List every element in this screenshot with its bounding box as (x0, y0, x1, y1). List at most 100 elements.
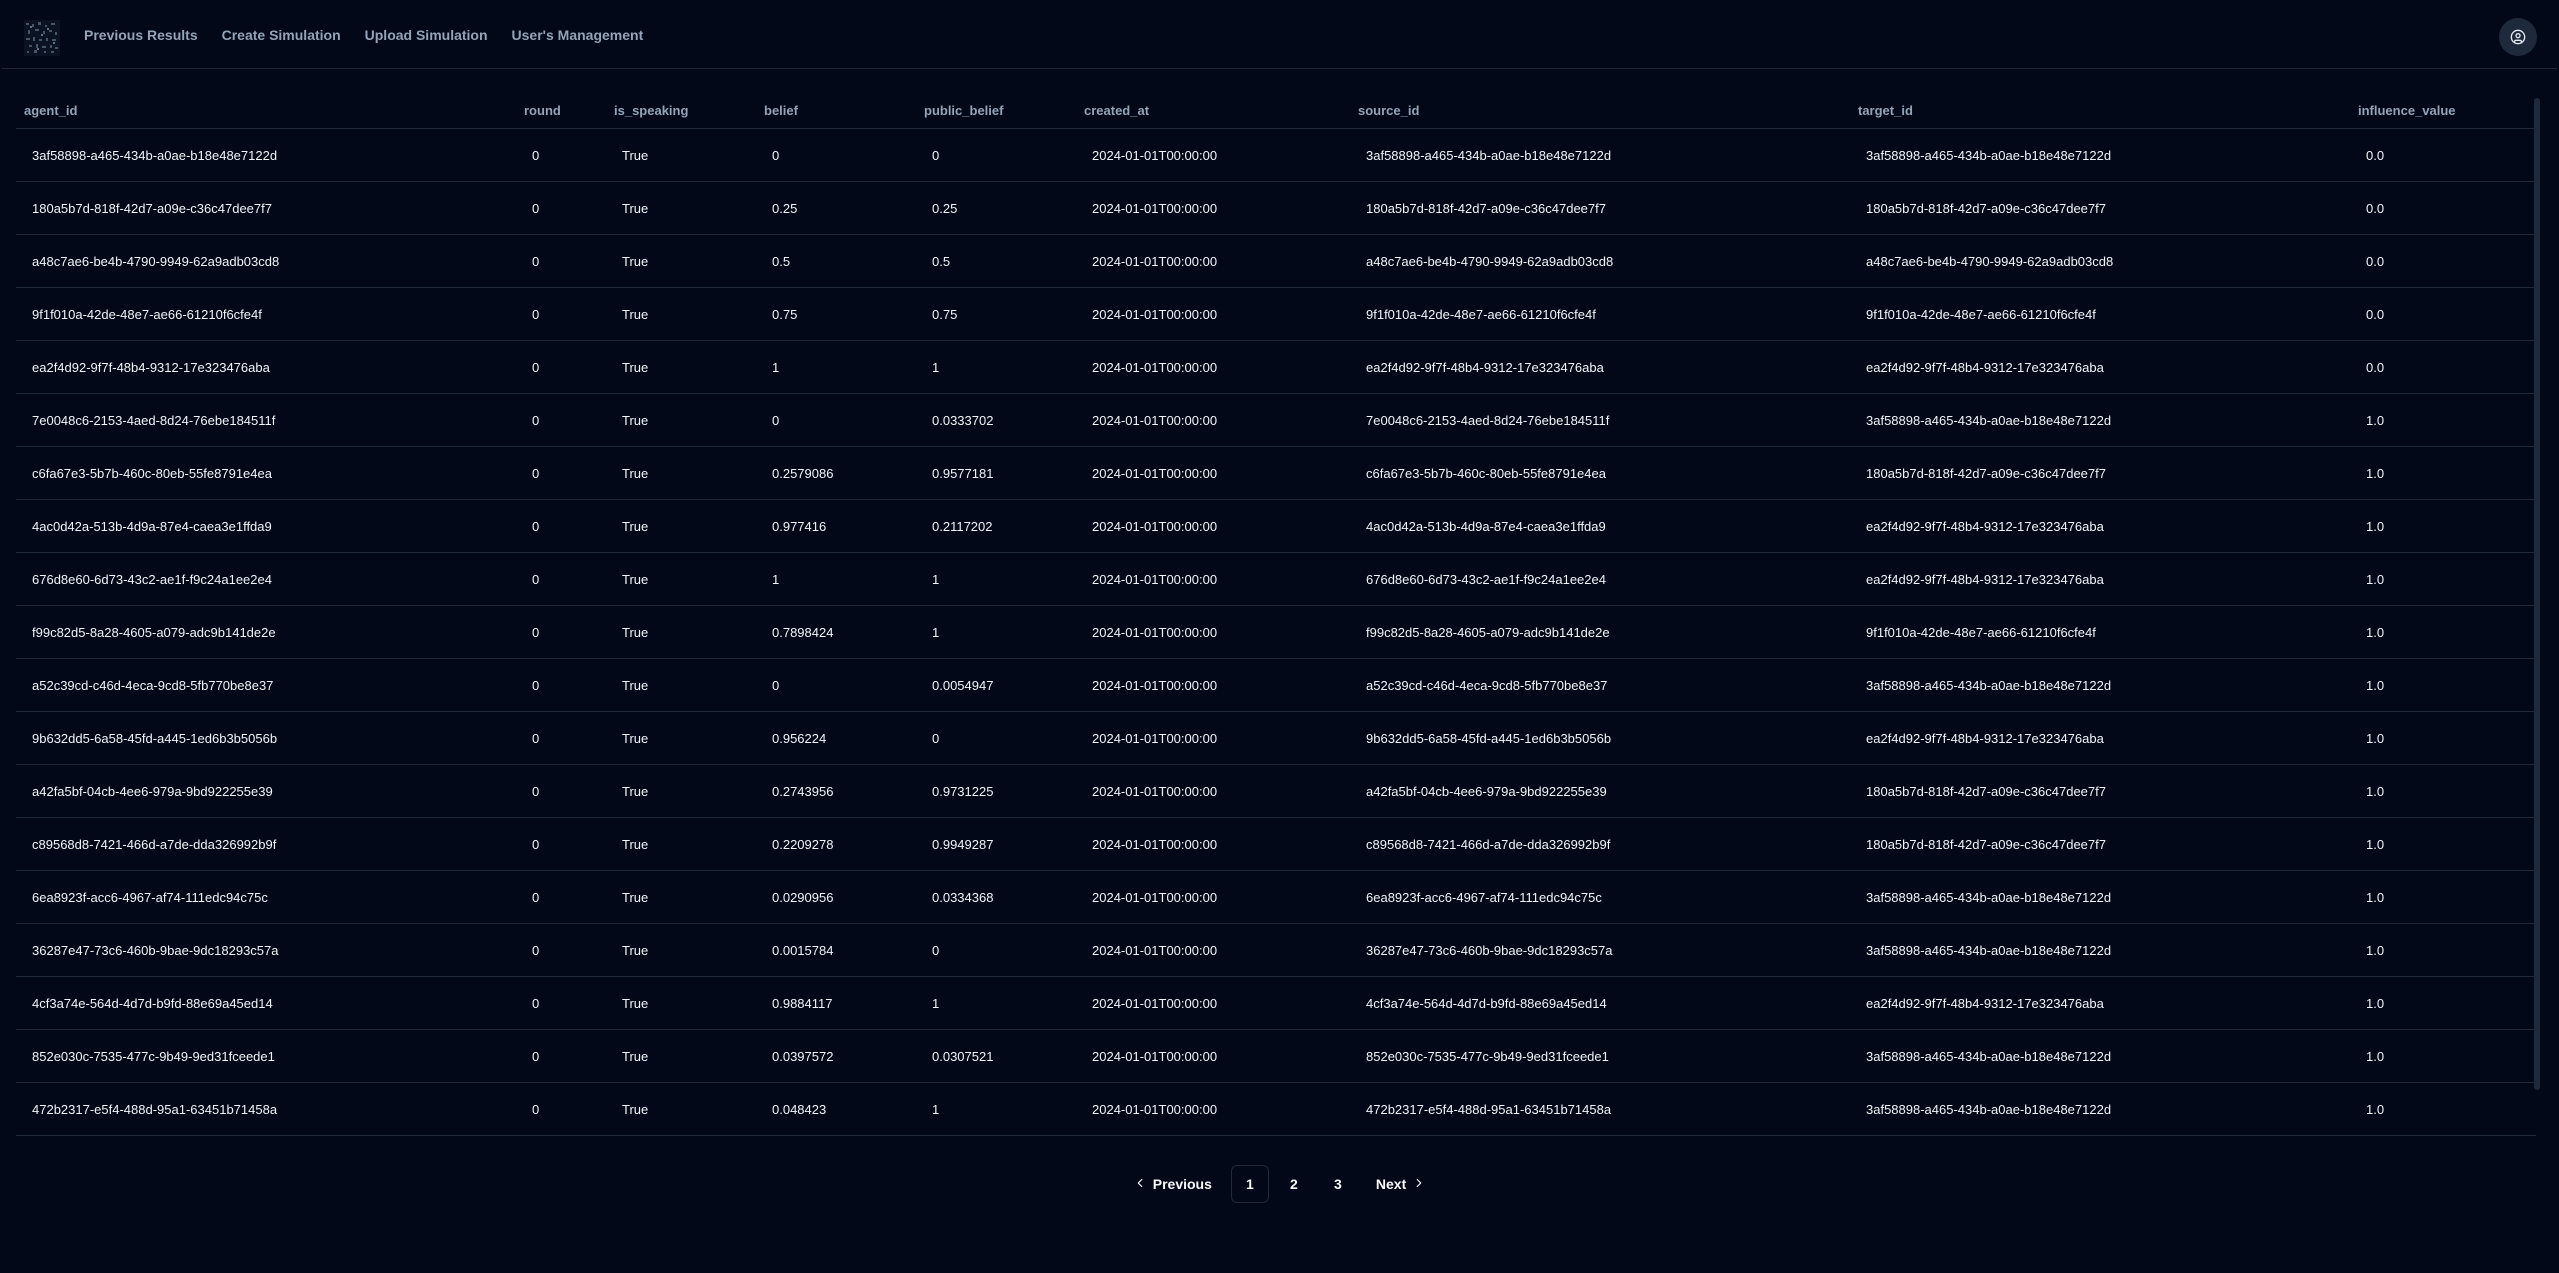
cell-source-id: f99c82d5-8a28-4605-a079-adc9b141de2e (1350, 605, 1850, 659)
cell-public-belief: 0.9949287 (916, 817, 1076, 871)
cell-round: 0 (516, 605, 606, 659)
cell-source-id: 852e030c-7535-477c-9b49-9ed31fceede1 (1350, 1029, 1850, 1083)
cell-target-id: a48c7ae6-be4b-4790-9949-62a9adb03cd8 (1850, 234, 2350, 288)
table-row[interactable]: 180a5b7d-818f-42d7-a09e-c36c47dee7f7 0 Tru… (16, 181, 2536, 235)
app-logo[interactable] (24, 20, 60, 56)
previous-page-button[interactable]: Previous (1120, 1165, 1225, 1203)
table-row[interactable]: c6fa67e3-5b7b-460c-80eb-55fe8791e4ea 0 Tru… (16, 446, 2536, 500)
page-1-button[interactable]: 1 (1230, 1165, 1269, 1203)
cell-is-speaking: True (606, 976, 756, 1030)
table-row[interactable]: 9b632dd5-6a58-45fd-a445-1ed6b3b5056b 0 Tru… (16, 711, 2536, 765)
cell-influence-value: 1.0 (2350, 711, 2536, 765)
cell-source-id: 676d8e60-6d73-43c2-ae1f-f9c24a1ee2e4 (1350, 552, 1850, 606)
cell-belief: 0.048423 (756, 1082, 916, 1136)
nav-users-management[interactable]: User's Management (512, 27, 644, 43)
table-row[interactable]: ea2f4d92-9f7f-48b4-9312-17e323476aba 0 Tru… (16, 340, 2536, 394)
table-row[interactable]: 676d8e60-6d73-43c2-ae1f-f9c24a1ee2e4 0 Tru… (16, 552, 2536, 606)
table-row[interactable]: 852e030c-7535-477c-9b49-9ed31fceede1 0 Tru… (16, 1029, 2536, 1083)
cell-is-speaking: True (606, 605, 756, 659)
table-row[interactable]: c89568d8-7421-466d-a7de-dda326992b9f 0 Tru… (16, 817, 2536, 871)
cell-belief: 0.0397572 (756, 1029, 916, 1083)
cell-round: 0 (516, 817, 606, 871)
table-row[interactable]: 4cf3a74e-564d-4d7d-b9fd-88e69a45ed14 0 Tru… (16, 976, 2536, 1030)
cell-public-belief: 0.0307521 (916, 1029, 1076, 1083)
cell-is-speaking: True (606, 870, 756, 924)
results-table-container[interactable]: agent_id round is_speaking belief public_bel… (16, 92, 2540, 1142)
cell-public-belief: 1 (916, 340, 1076, 394)
cell-created-at: 2024-01-01T00:00:00 (1076, 340, 1350, 394)
next-page-button[interactable]: Next (1363, 1165, 1439, 1203)
table-row[interactable]: 6ea8923f-acc6-4967-af74-111edc94c75c 0 Tru… (16, 870, 2536, 924)
cell-round: 0 (516, 128, 606, 182)
cell-belief: 0.7898424 (756, 605, 916, 659)
nav-create-simulation[interactable]: Create Simulation (222, 27, 341, 43)
cell-round: 0 (516, 976, 606, 1030)
cell-influence-value: 1.0 (2350, 499, 2536, 553)
column-header-is-speaking[interactable]: is_speaking (606, 92, 756, 129)
cell-influence-value: 1.0 (2350, 393, 2536, 447)
cell-target-id: 9f1f010a-42de-48e7-ae66-61210f6cfe4f (1850, 605, 2350, 659)
column-header-belief[interactable]: belief (756, 92, 916, 129)
cell-round: 0 (516, 711, 606, 765)
user-menu-button[interactable] (2499, 18, 2537, 56)
cell-agent-id: 3af58898-a465-434b-a0ae-b18e48e7122d (16, 128, 516, 182)
cell-target-id: 3af58898-a465-434b-a0ae-b18e48e7122d (1850, 870, 2350, 924)
table-row[interactable]: a52c39cd-c46d-4eca-9cd8-5fb770be8e37 0 Tru… (16, 658, 2536, 712)
pagination: Previous 1 2 3 Next (2, 1165, 2557, 1203)
column-header-public-belief[interactable]: public_belief (916, 92, 1076, 129)
cell-is-speaking: True (606, 817, 756, 871)
table-scrollbar[interactable] (2534, 98, 2540, 1090)
cell-public-belief: 1 (916, 552, 1076, 606)
table-row[interactable]: 4ac0d42a-513b-4d9a-87e4-caea3e1ffda9 0 Tru… (16, 499, 2536, 553)
cell-created-at: 2024-01-01T00:00:00 (1076, 287, 1350, 341)
cell-round: 0 (516, 234, 606, 288)
cell-source-id: a42fa5bf-04cb-4ee6-979a-9bd922255e39 (1350, 764, 1850, 818)
cell-public-belief: 0.0333702 (916, 393, 1076, 447)
cell-belief: 0 (756, 128, 916, 182)
app-frame: Previous Results Create Simulation Uploa… (2, 2, 2557, 1271)
cell-source-id: a52c39cd-c46d-4eca-9cd8-5fb770be8e37 (1350, 658, 1850, 712)
table-row[interactable]: 3af58898-a465-434b-a0ae-b18e48e7122d 0 Tru… (16, 128, 2536, 182)
column-header-round[interactable]: round (516, 92, 606, 129)
table-row[interactable]: a48c7ae6-be4b-4790-9949-62a9adb03cd8 0 Tru… (16, 234, 2536, 288)
table-row[interactable]: 9f1f010a-42de-48e7-ae66-61210f6cfe4f 0 Tru… (16, 287, 2536, 341)
cell-created-at: 2024-01-01T00:00:00 (1076, 128, 1350, 182)
table-row[interactable]: 472b2317-e5f4-488d-95a1-63451b71458a 0 Tru… (16, 1082, 2536, 1136)
cell-belief: 0.977416 (756, 499, 916, 553)
cell-agent-id: 9f1f010a-42de-48e7-ae66-61210f6cfe4f (16, 287, 516, 341)
cell-influence-value: 1.0 (2350, 1082, 2536, 1136)
cell-public-belief: 0 (916, 128, 1076, 182)
cell-influence-value: 1.0 (2350, 658, 2536, 712)
table-row[interactable]: 36287e47-73c6-460b-9bae-9dc18293c57a 0 Tru… (16, 923, 2536, 977)
cell-belief: 0.0290956 (756, 870, 916, 924)
cell-agent-id: f99c82d5-8a28-4605-a079-adc9b141de2e (16, 605, 516, 659)
page-3-button[interactable]: 3 (1319, 1165, 1357, 1203)
cell-agent-id: a48c7ae6-be4b-4790-9949-62a9adb03cd8 (16, 234, 516, 288)
cell-target-id: 3af58898-a465-434b-a0ae-b18e48e7122d (1850, 393, 2350, 447)
cell-influence-value: 1.0 (2350, 817, 2536, 871)
cell-is-speaking: True (606, 764, 756, 818)
table-row[interactable]: a42fa5bf-04cb-4ee6-979a-9bd922255e39 0 Tru… (16, 764, 2536, 818)
column-header-agent-id[interactable]: agent_id (16, 92, 516, 129)
nav-upload-simulation[interactable]: Upload Simulation (365, 27, 488, 43)
cell-round: 0 (516, 552, 606, 606)
column-header-created-at[interactable]: created_at (1076, 92, 1350, 129)
nav-previous-results[interactable]: Previous Results (84, 27, 198, 43)
table-row[interactable]: f99c82d5-8a28-4605-a079-adc9b141de2e 0 Tru… (16, 605, 2536, 659)
cell-public-belief: 0.0054947 (916, 658, 1076, 712)
cell-is-speaking: True (606, 658, 756, 712)
cell-created-at: 2024-01-01T00:00:00 (1076, 1082, 1350, 1136)
chevron-left-icon (1133, 1176, 1147, 1193)
column-header-source-id[interactable]: source_id (1350, 92, 1850, 129)
column-header-influence-value[interactable]: influence_value (2350, 92, 2536, 129)
cell-round: 0 (516, 923, 606, 977)
cell-source-id: c89568d8-7421-466d-a7de-dda326992b9f (1350, 817, 1850, 871)
page-2-button[interactable]: 2 (1275, 1165, 1313, 1203)
cell-public-belief: 0.0334368 (916, 870, 1076, 924)
table-row[interactable]: 7e0048c6-2153-4aed-8d24-76ebe184511f 0 Tru… (16, 393, 2536, 447)
cell-influence-value: 0.0 (2350, 287, 2536, 341)
cell-public-belief: 0.75 (916, 287, 1076, 341)
cell-public-belief: 1 (916, 605, 1076, 659)
column-header-target-id[interactable]: target_id (1850, 92, 2350, 129)
cell-created-at: 2024-01-01T00:00:00 (1076, 181, 1350, 235)
